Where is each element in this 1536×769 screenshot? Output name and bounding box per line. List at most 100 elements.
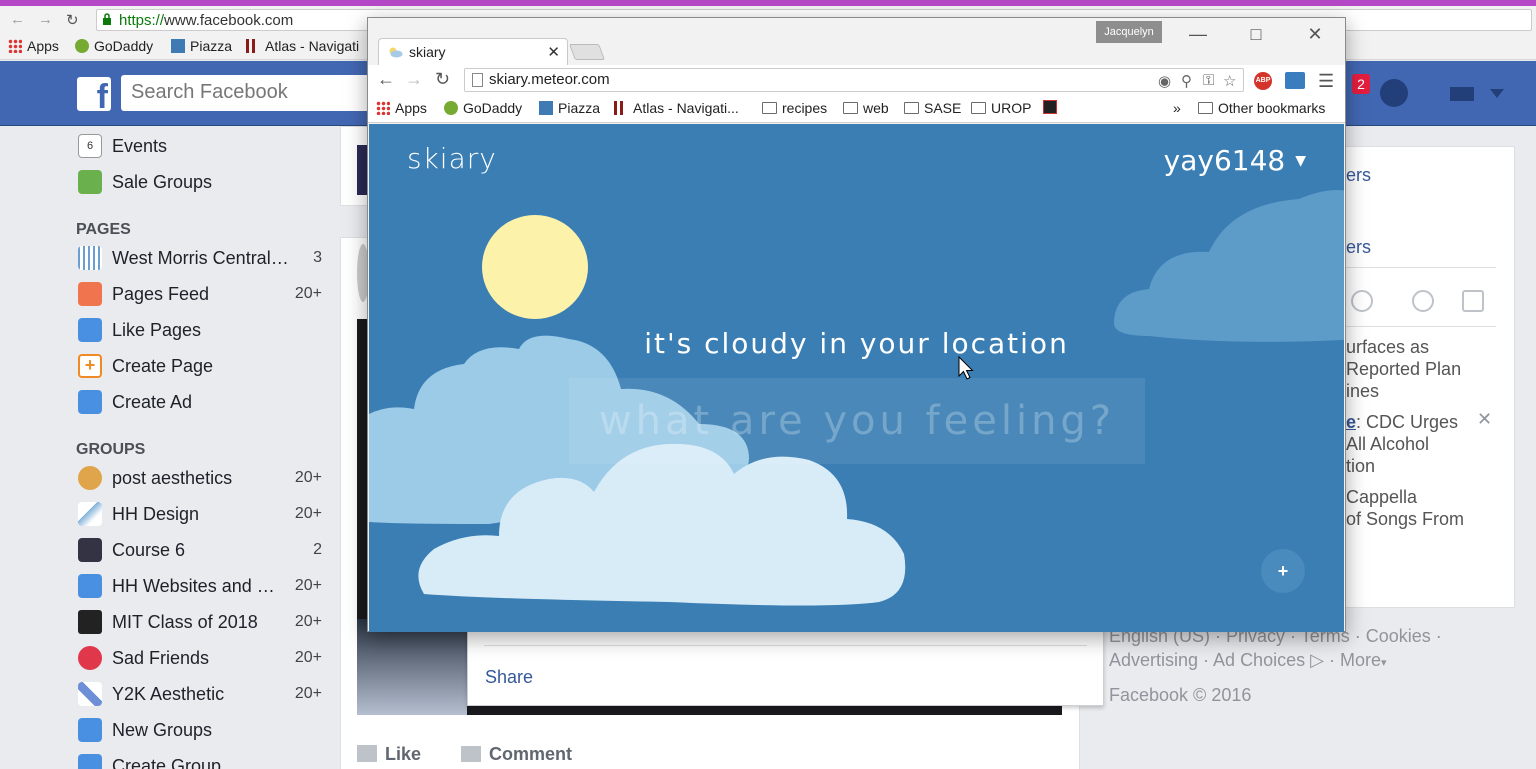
account-menu-chevron-icon[interactable] (1490, 89, 1504, 98)
close-window-icon[interactable]: ✕ (1305, 24, 1325, 45)
bookmark-folder-urop[interactable]: UROP (971, 100, 1031, 116)
bookmark-label: Piazza (558, 100, 601, 116)
adblock-icon[interactable]: ABP (1254, 72, 1272, 90)
zoom-icon[interactable]: ⚲ (1181, 72, 1192, 90)
tab-close-icon[interactable]: ✕ (547, 43, 560, 61)
pages-heading: PAGES (76, 221, 131, 238)
nav-item-pages-feed[interactable]: Pages Feed 20+ (78, 279, 322, 309)
nav-item-group[interactable]: HH Design 20+ (78, 499, 322, 529)
profile-name-badge[interactable]: Jacquelyn (1096, 21, 1162, 43)
bookmark-godaddy[interactable]: GoDaddy (444, 100, 522, 116)
location-target-icon[interactable]: ◉ (1158, 72, 1171, 90)
menu-icon[interactable]: ☰ (1318, 71, 1334, 92)
footer-more-link[interactable]: More (1340, 650, 1381, 670)
nav-item-group[interactable]: Course 6 2 (78, 535, 322, 565)
science-icon[interactable] (1351, 290, 1373, 312)
bookmark-piazza[interactable]: Piazza (171, 38, 232, 54)
comment-button[interactable]: Comment (461, 744, 572, 765)
bookmark-atlas[interactable]: Atlas - Navigati (246, 38, 359, 54)
video-camera-icon[interactable] (1462, 290, 1484, 312)
add-entry-button[interactable]: + (1261, 549, 1305, 593)
cloud-favicon-icon (389, 47, 403, 58)
nav-item-count: 20+ (294, 649, 322, 666)
sidebar-link[interactable]: ers (1346, 165, 1371, 186)
facebook-search-input[interactable]: Search Facebook (121, 75, 381, 111)
sports-ball-icon[interactable] (1412, 290, 1434, 312)
dismiss-close-icon[interactable]: ✕ (1477, 409, 1492, 430)
bookmark-extra[interactable] (1043, 100, 1057, 114)
key-icon[interactable]: ⚿ (1203, 72, 1214, 89)
sidebar-link[interactable]: ers (1346, 237, 1371, 258)
bookmarks-overflow-button[interactable]: » (1173, 100, 1181, 116)
back-arrow-icon[interactable]: ← (10, 11, 25, 28)
bookmark-apps[interactable]: Apps (8, 38, 59, 54)
like-button[interactable]: Like (357, 744, 421, 765)
nav-item-new-groups[interactable]: New Groups (78, 715, 322, 745)
skiary-logo[interactable]: skiary (407, 142, 497, 175)
footer-copyright: Facebook © 2016 (1109, 685, 1252, 705)
footer-links[interactable]: Advertising · Ad Choices (1109, 650, 1305, 670)
reload-icon[interactable]: ↻ (435, 69, 450, 90)
forward-arrow-icon[interactable]: → (405, 69, 423, 90)
nav-item-like-pages[interactable]: Like Pages (78, 315, 322, 345)
lock-icon (103, 13, 111, 25)
nav-item-sale-groups[interactable]: Sale Groups (78, 167, 322, 197)
nav-item-create-ad[interactable]: Create Ad (78, 387, 322, 417)
folder-icon (904, 102, 919, 114)
nav-item-group[interactable]: Y2K Aesthetic 20+ (78, 679, 322, 709)
tab-skiary[interactable]: skiary ✕ (378, 38, 568, 65)
forward-arrow-icon[interactable]: → (38, 11, 53, 28)
facebook-logo-icon[interactable]: f (77, 77, 111, 111)
feed-card-partial (340, 126, 369, 206)
extension-icon[interactable] (1285, 72, 1305, 89)
caret-down-icon: ▼ (1295, 152, 1306, 169)
privacy-shortcuts-icon[interactable] (1450, 87, 1474, 101)
weather-headline: it's cloudy in your location (644, 327, 1069, 360)
trending-line: Reported Plan (1346, 359, 1462, 379)
bookmark-favicon-icon (1043, 100, 1057, 114)
comment-bubble-icon (461, 746, 482, 762)
reload-icon[interactable]: ↻ (66, 11, 79, 29)
nav-item-page[interactable]: West Morris Central… 3 (78, 243, 322, 273)
nav-item-label: post aesthetics (112, 467, 233, 488)
nav-item-create-page[interactable]: + Create Page (78, 351, 322, 381)
bookmark-godaddy[interactable]: GoDaddy (75, 38, 153, 54)
godaddy-icon (444, 101, 458, 115)
globe-icon[interactable] (1380, 79, 1408, 107)
nav-item-count: 20+ (294, 469, 322, 486)
divider (1346, 326, 1496, 327)
bookmark-folder-recipes[interactable]: recipes (762, 100, 827, 116)
share-button[interactable]: Share (485, 667, 533, 688)
new-tab-button[interactable] (569, 44, 605, 60)
apps-grid-icon (376, 101, 390, 115)
nav-item-events[interactable]: 6 Events (78, 131, 322, 161)
bookmark-folder-web[interactable]: web (843, 100, 889, 116)
nav-item-create-group[interactable]: Create Group (78, 751, 322, 769)
trending-line: : CDC Urges (1356, 412, 1459, 432)
nav-item-group[interactable]: MIT Class of 2018 20+ (78, 607, 322, 637)
maximize-icon[interactable]: □ (1246, 24, 1266, 45)
bookmark-atlas[interactable]: Atlas - Navigati... (614, 100, 739, 116)
bookmark-piazza[interactable]: Piazza (539, 100, 600, 116)
notification-badge[interactable]: 2 (1352, 74, 1370, 94)
folder-icon (843, 102, 858, 114)
back-arrow-icon[interactable]: ← (377, 69, 395, 90)
star-icon[interactable]: ☆ (1223, 72, 1236, 90)
minimize-icon[interactable]: — (1188, 24, 1208, 45)
nav-item-group[interactable]: HH Websites and … 20+ (78, 571, 322, 601)
nav-item-group[interactable]: Sad Friends 20+ (78, 643, 322, 673)
background-url: https://www.facebook.com (119, 12, 294, 29)
bookmark-apps[interactable]: Apps (376, 100, 427, 116)
feeling-input[interactable] (569, 378, 1145, 464)
trending-item[interactable]: Cappella of Songs From (1346, 486, 1464, 530)
bookmark-folder-sase[interactable]: SASE (904, 100, 961, 116)
trending-line: All Alcohol (1346, 434, 1430, 454)
address-bar[interactable]: skiary.meteor.com ◉ ⚲ ⚿ ☆ (464, 68, 1244, 92)
trending-item[interactable]: e: CDC Urges All Alcohol tion (1346, 411, 1458, 477)
trending-item[interactable]: urfaces as Reported Plan ines (1346, 336, 1461, 402)
bookmark-folder-other[interactable]: Other bookmarks (1198, 100, 1325, 116)
user-menu[interactable]: yay6148 ▼ (1164, 144, 1306, 177)
nav-item-group[interactable]: post aesthetics 20+ (78, 463, 322, 493)
trending-line: tion (1346, 456, 1376, 476)
skiary-browser-window: Jacquelyn — □ ✕ skiary ✕ ← → ↻ skiary.me… (367, 17, 1346, 632)
